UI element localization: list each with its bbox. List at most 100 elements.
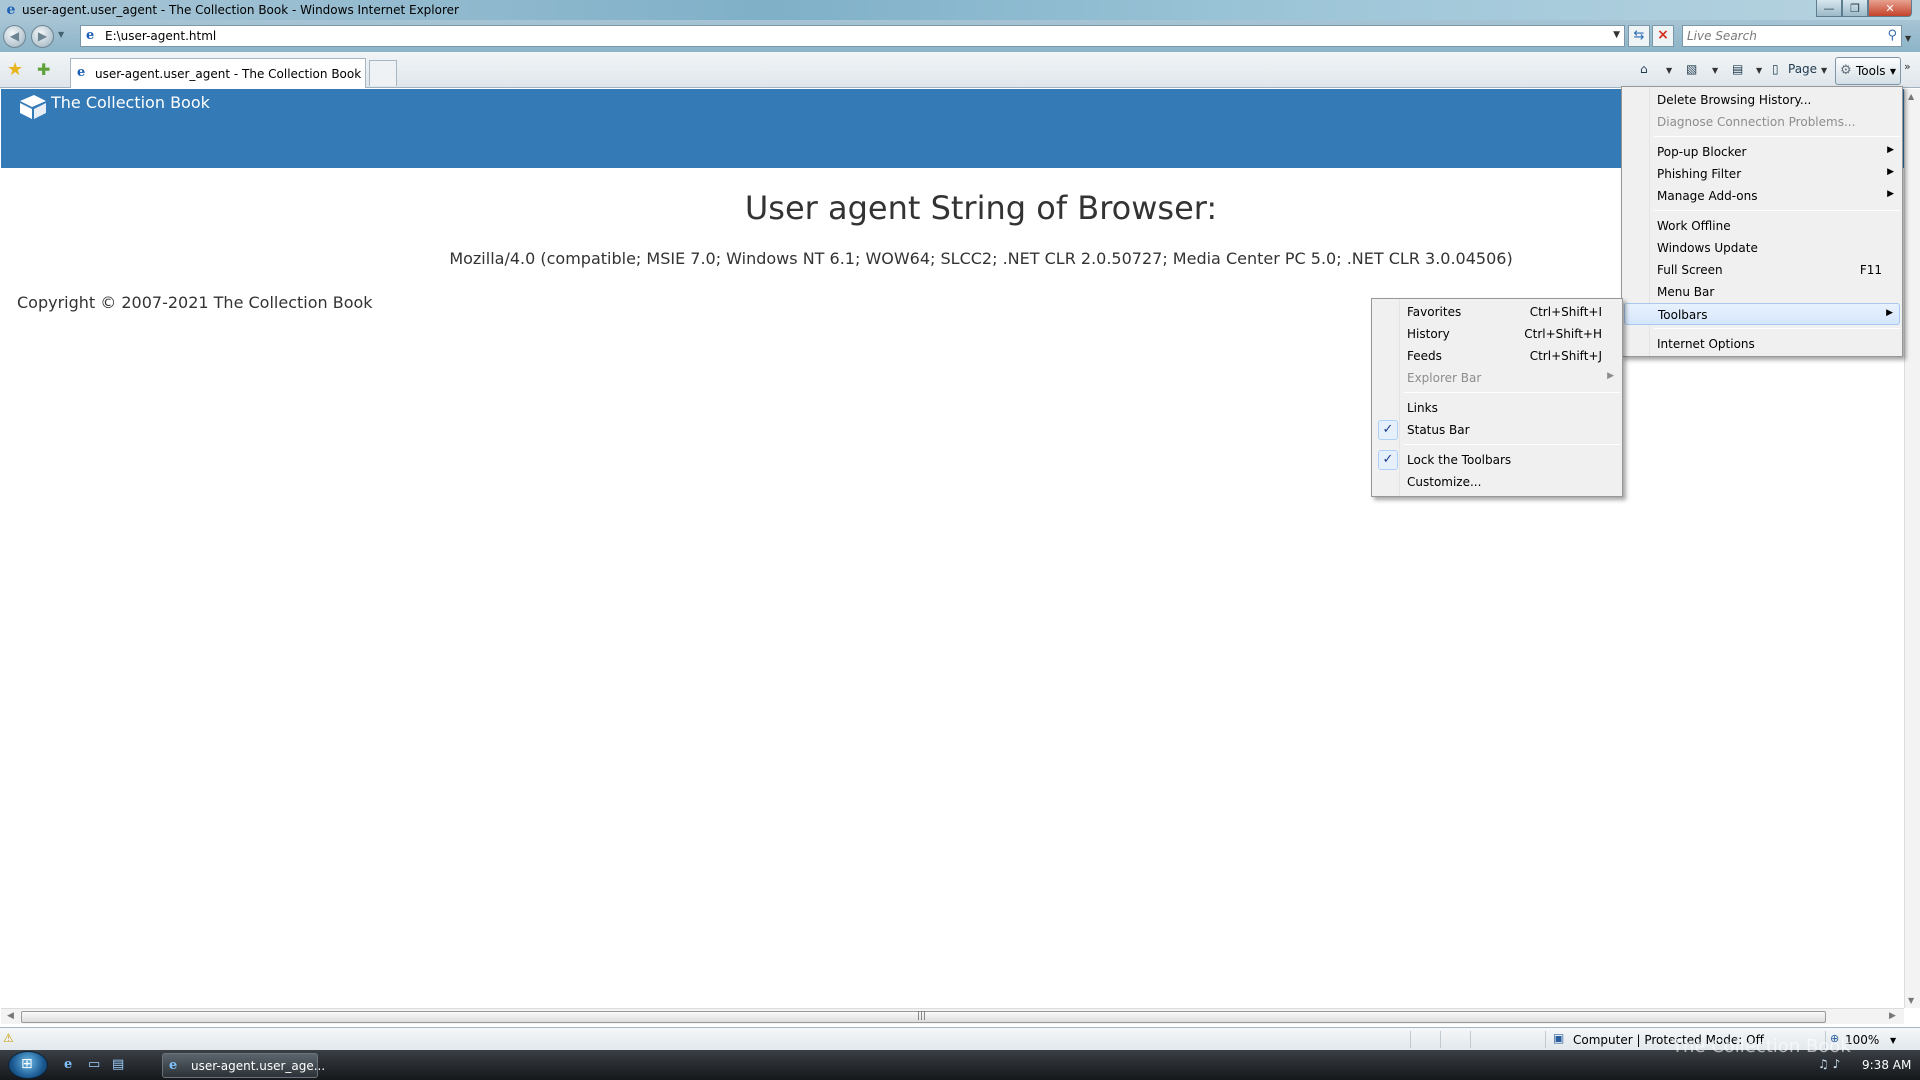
menu-item-customize[interactable]: Customize... xyxy=(1374,471,1620,493)
menu-item-feeds[interactable]: Feeds Ctrl+Shift+J xyxy=(1374,345,1620,367)
menu-item-toolbars[interactable]: Toolbars ▶ xyxy=(1624,303,1900,325)
submenu-arrow-icon: ▶ xyxy=(1607,371,1614,381)
navigation-bar: ◀ ▶ ▼ e E:\user-agent.html ▼ ⇆ × ⚲ ▼ xyxy=(0,20,1920,52)
horizontal-scrollbar[interactable]: ◀ ||| ▶ xyxy=(1,1008,1904,1024)
back-button[interactable]: ◀ xyxy=(3,25,26,48)
status-divider xyxy=(1410,1031,1411,1048)
forward-button[interactable]: ▶ xyxy=(31,25,54,48)
menu-item-explorer-bar: Explorer Bar ▶ xyxy=(1407,371,1614,385)
menu-item-favorites[interactable]: Favorites Ctrl+Shift+I xyxy=(1374,301,1620,323)
home-icon[interactable]: ⌂ xyxy=(1640,62,1648,76)
refresh-button[interactable]: ⇆ xyxy=(1628,25,1650,47)
refresh-icon: ⇆ xyxy=(1633,28,1645,43)
menu-separator xyxy=(1654,328,1900,329)
toolbars-submenu: Favorites Ctrl+Shift+I History Ctrl+Shift+… xyxy=(1371,298,1623,497)
warning-icon[interactable]: ⚠ xyxy=(3,1031,14,1045)
scroll-left-icon[interactable]: ◀ xyxy=(7,1011,14,1021)
search-input[interactable] xyxy=(1683,26,1863,46)
recent-pages-dropdown[interactable]: ▼ xyxy=(58,30,64,39)
ie-quicklaunch-icon[interactable]: e xyxy=(64,1057,72,1072)
system-clock[interactable]: 9:38 AM xyxy=(1862,1058,1911,1072)
book-logo-icon xyxy=(20,95,46,119)
vertical-scrollbar[interactable]: ▲ ▼ xyxy=(1904,89,1920,1008)
tab-active[interactable]: e user-agent.user_agent - The Collection… xyxy=(70,58,366,88)
zoom-dropdown-icon[interactable]: ▼ xyxy=(1890,1036,1896,1045)
windows-logo-icon: ⊞ xyxy=(21,1056,33,1072)
print-icon[interactable]: ▤ xyxy=(1732,62,1743,76)
scroll-up-icon[interactable]: ▲ xyxy=(1908,92,1914,101)
stop-button[interactable]: × xyxy=(1652,25,1674,47)
page-menu-icon: ▯ xyxy=(1772,62,1779,76)
menu-item-full-screen[interactable]: Full Screen F11 xyxy=(1624,259,1900,281)
start-button[interactable]: ⊞ xyxy=(8,1051,48,1079)
menu-item-lock-toolbars[interactable]: ✓ Lock the Toolbars xyxy=(1374,449,1620,471)
tray-volume-icon[interactable]: ♫ ♪ xyxy=(1818,1057,1840,1071)
scroll-down-icon[interactable]: ▼ xyxy=(1908,996,1914,1005)
feeds-icon[interactable]: ▧ xyxy=(1686,62,1697,76)
taskbar-item-label: user-agent.user_age... xyxy=(191,1059,326,1073)
scroll-thumb[interactable]: ||| xyxy=(21,1011,1826,1023)
home-dropdown-icon[interactable]: ▼ xyxy=(1666,66,1672,75)
site-brand-link[interactable]: The Collection Book xyxy=(51,93,210,112)
menu-item-phishing-filter[interactable]: Phishing Filter ▶ xyxy=(1624,163,1900,185)
search-icon[interactable]: ⚲ xyxy=(1887,28,1897,43)
arrow-right-icon: ▶ xyxy=(37,29,48,43)
search-box[interactable]: ⚲ xyxy=(1682,25,1902,47)
menu-item-windows-update[interactable]: Windows Update xyxy=(1624,237,1900,259)
show-desktop-icon[interactable]: ▭ xyxy=(88,1057,100,1072)
window-title: user-agent.user_agent - The Collection B… xyxy=(22,3,459,17)
status-divider xyxy=(1440,1031,1441,1048)
page-content: The Collection Book User agent String of… xyxy=(1,89,1904,1008)
gear-icon: ⚙ xyxy=(1840,63,1852,78)
maximize-button[interactable]: ❐ xyxy=(1842,0,1868,17)
new-tab-button[interactable] xyxy=(369,60,397,86)
page-dropdown-icon[interactable]: ▼ xyxy=(1821,66,1827,75)
user-agent-string: Mozilla/4.0 (compatible; MSIE 7.0; Windo… xyxy=(449,249,1513,268)
add-favorite-icon[interactable]: ✚ xyxy=(37,60,50,79)
address-input[interactable]: E:\user-agent.html xyxy=(105,29,216,43)
address-bar[interactable]: e E:\user-agent.html ▼ xyxy=(80,25,1625,47)
taskbar-item-ie[interactable]: e user-agent.user_age... xyxy=(162,1053,325,1078)
status-bar: ⚠ ▣ Computer | Protected Mode: Off ⊕ 100… xyxy=(0,1027,1920,1050)
menu-item-popup-blocker[interactable]: Pop-up Blocker ▶ xyxy=(1624,141,1900,163)
checkmark-icon: ✓ xyxy=(1378,450,1398,470)
status-divider xyxy=(1470,1031,1471,1048)
page-menu-button[interactable]: Page xyxy=(1788,62,1817,76)
command-bar: ★ ✚ e user-agent.user_agent - The Collec… xyxy=(0,52,1920,88)
copyright-text: Copyright © 2007-2021 The Collection Boo… xyxy=(17,293,373,312)
chevron-right-icon[interactable]: » xyxy=(1904,60,1911,73)
menu-item-menu-bar[interactable]: Menu Bar xyxy=(1624,281,1900,303)
window-controls: — ❐ ✕ xyxy=(1816,0,1912,17)
submenu-arrow-icon: ▶ xyxy=(1887,145,1894,155)
address-dropdown-icon[interactable]: ▼ xyxy=(1613,30,1620,40)
page-title: User agent String of Browser: xyxy=(744,189,1218,227)
title-bar: e user-agent.user_agent - The Collection… xyxy=(0,0,1920,20)
scroll-right-icon[interactable]: ▶ xyxy=(1889,1011,1896,1021)
stop-icon: × xyxy=(1657,27,1669,43)
menu-item-delete-browsing-history[interactable]: Delete Browsing History... xyxy=(1624,89,1900,111)
menu-item-diagnose-connection: Diagnose Connection Problems... xyxy=(1657,115,1856,129)
switch-windows-icon[interactable]: ▤ xyxy=(112,1057,124,1072)
submenu-arrow-icon: ▶ xyxy=(1887,167,1894,177)
menu-separator xyxy=(1404,392,1620,393)
print-dropdown-icon[interactable]: ▼ xyxy=(1756,66,1762,75)
status-divider xyxy=(1545,1031,1546,1048)
menu-item-history[interactable]: History Ctrl+Shift+H xyxy=(1374,323,1620,345)
tools-menu: Delete Browsing History... Diagnose Conn… xyxy=(1621,86,1903,357)
taskbar: ⊞ e ▭ ▤ e user-agent.user_age... ♫ ♪ 9:3… xyxy=(0,1050,1920,1080)
tools-menu-button[interactable]: ⚙ Tools ▼ xyxy=(1835,57,1901,85)
menu-separator xyxy=(1654,136,1900,137)
menu-item-status-bar[interactable]: ✓ Status Bar xyxy=(1374,419,1620,441)
feeds-dropdown-icon[interactable]: ▼ xyxy=(1712,66,1718,75)
search-options-dropdown[interactable]: ▼ xyxy=(1905,34,1911,43)
menu-item-manage-addons[interactable]: Manage Add-ons ▶ xyxy=(1624,185,1900,207)
tools-label: Tools xyxy=(1856,64,1886,78)
menu-item-internet-options[interactable]: Internet Options xyxy=(1624,333,1900,355)
favorites-center-icon[interactable]: ★ xyxy=(7,59,23,80)
minimize-button[interactable]: — xyxy=(1816,0,1842,17)
grip-icon: ||| xyxy=(917,1011,927,1021)
menu-item-links[interactable]: Links xyxy=(1374,397,1620,419)
ie-logo-icon: e xyxy=(169,1058,178,1073)
menu-item-work-offline[interactable]: Work Offline xyxy=(1624,215,1900,237)
close-button[interactable]: ✕ xyxy=(1868,0,1912,17)
